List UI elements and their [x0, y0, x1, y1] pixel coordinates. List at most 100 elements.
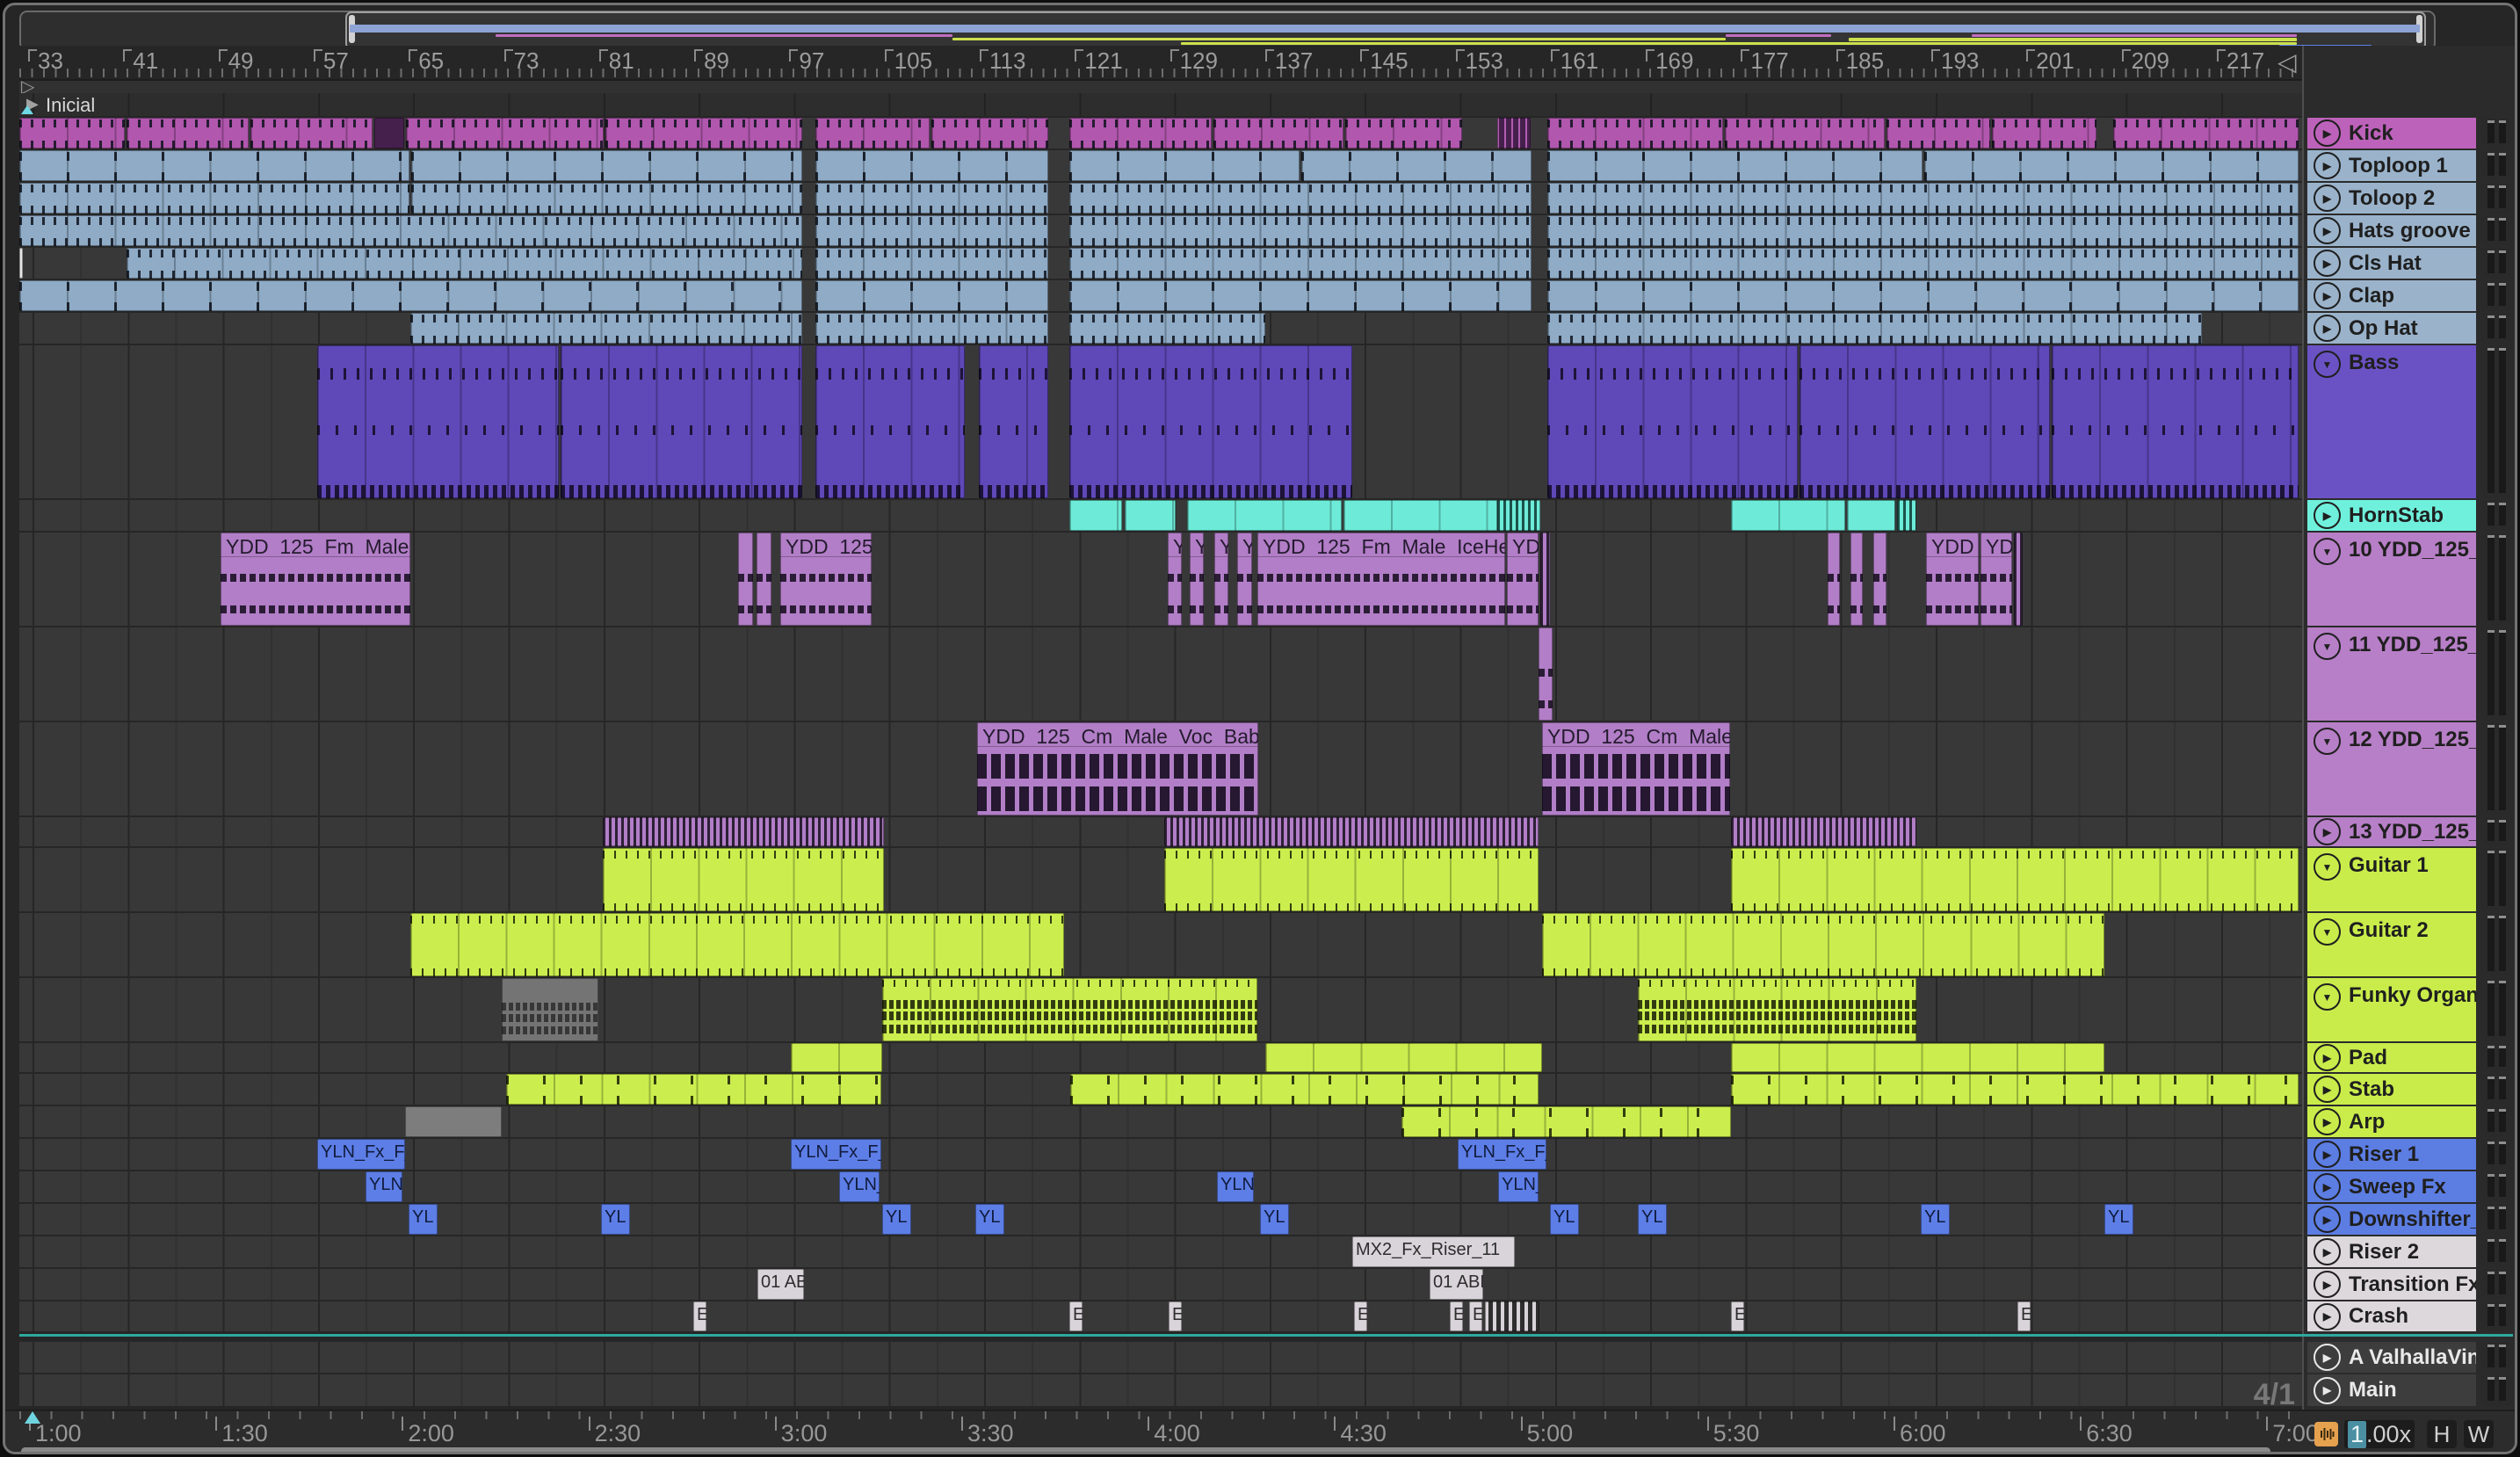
clip[interactable]: YLN_ [1498, 1171, 1539, 1202]
clip[interactable] [791, 1043, 882, 1072]
track-lane-hornstab[interactable] [19, 500, 2302, 531]
play-icon[interactable]: ▶ [2314, 315, 2341, 342]
track-header-12-ydd-125[interactable]: ▼ 12 YDD_125_ [2307, 722, 2476, 815]
play-icon[interactable]: ▶ [2314, 1108, 2341, 1135]
horizontal-scrollbar[interactable] [21, 1447, 2270, 1452]
clip[interactable] [1547, 183, 2299, 214]
clip[interactable] [1069, 248, 1532, 279]
play-icon[interactable]: ▶ [2314, 1173, 2341, 1200]
track-header-hats-groove[interactable]: ▶ Hats groove [2307, 215, 2476, 246]
clip[interactable] [19, 280, 802, 311]
clip[interactable]: 01 ABD [1430, 1269, 1483, 1300]
clip[interactable] [1547, 150, 1923, 181]
track-lane-main[interactable] [19, 1374, 2302, 1406]
clip[interactable] [1638, 978, 1916, 1041]
play-icon[interactable]: ▶ [2314, 1271, 2341, 1298]
track-lane-guitar-2[interactable] [19, 913, 2302, 976]
clip[interactable] [1731, 817, 1916, 846]
clip[interactable] [1343, 500, 1497, 531]
clip[interactable]: YLN_ [366, 1171, 402, 1202]
clip[interactable] [1539, 627, 1553, 721]
vertical-scrollbar[interactable] [2515, 120, 2517, 1367]
fold-arrow-icon[interactable]: ▼ [2314, 538, 2341, 565]
clip[interactable] [815, 150, 1048, 181]
track-lane-13-ydd-125[interactable] [19, 817, 2302, 846]
clip[interactable] [1850, 533, 1863, 626]
play-icon[interactable]: ▶ [2314, 1302, 2341, 1330]
clip[interactable] [815, 215, 1048, 246]
clip[interactable] [979, 345, 1048, 498]
clip[interactable] [410, 913, 1064, 976]
clip[interactable] [410, 313, 802, 344]
track-header-riser-2[interactable]: ▶ Riser 2 [2307, 1236, 2476, 1267]
clip[interactable] [1542, 913, 2104, 976]
track-header-a-valhallavint[interactable]: ▶ A ValhallaVint [2307, 1342, 2476, 1373]
track-header-pad[interactable]: ▶ Pad [2307, 1043, 2476, 1072]
clip[interactable] [405, 1106, 502, 1137]
clip[interactable] [2113, 118, 2299, 149]
clip[interactable]: YL [1921, 1204, 1950, 1235]
track-lane-11-ydd-125[interactable] [19, 627, 2302, 721]
clip[interactable]: YLN_Fx_F_ [1458, 1139, 1546, 1170]
play-icon[interactable]: ▶ [2314, 1376, 2341, 1404]
clip[interactable] [1540, 533, 1550, 626]
clip[interactable] [1547, 215, 2299, 246]
clip[interactable] [19, 248, 23, 279]
clip[interactable] [1731, 500, 1845, 531]
track-lane-transition-fx[interactable]: 01 ABD 01 ABD [19, 1269, 2302, 1300]
track-header-guitar-2[interactable]: ▼ Guitar 2 [2307, 913, 2476, 976]
clip[interactable] [127, 118, 249, 149]
track-header-kick[interactable]: ▶ Kick [2307, 118, 2476, 149]
play-icon[interactable]: ▶ [2314, 185, 2341, 212]
play-icon[interactable]: ▶ [2314, 152, 2341, 179]
track-lane-kick[interactable] [19, 118, 2302, 149]
fold-arrow-icon[interactable]: ▼ [2314, 633, 2341, 660]
clip[interactable] [506, 1074, 881, 1105]
track-lane-funky-organ[interactable] [19, 978, 2302, 1041]
clip[interactable] [815, 183, 1048, 214]
clip[interactable]: E [1169, 1301, 1182, 1331]
track-header-stab[interactable]: ▶ Stab [2307, 1074, 2476, 1105]
clip[interactable] [411, 150, 802, 181]
clip[interactable]: YL [1550, 1204, 1579, 1235]
play-icon[interactable]: ▶ [2314, 1076, 2341, 1103]
clip[interactable]: YDD_125_Fm_Male_IceHell [1257, 533, 1505, 626]
fold-arrow-icon[interactable]: ▼ [2314, 351, 2341, 378]
clip[interactable] [1069, 150, 1300, 181]
clip[interactable]: YL [1260, 1204, 1289, 1235]
clip[interactable]: YL [975, 1204, 1004, 1235]
track-lane-riser-1[interactable]: YLN_Fx_F_ YLN_Fx_F_ YLN_Fx_F_ [19, 1139, 2302, 1170]
track-lane-cls-hat[interactable] [19, 248, 2302, 279]
track-header-guitar-1[interactable]: ▼ Guitar 1 [2307, 848, 2476, 911]
clip[interactable]: YLN_Fx_F_ [317, 1139, 405, 1170]
clip[interactable]: E [1354, 1301, 1367, 1331]
clip[interactable] [2052, 345, 2299, 498]
track-header-sweep-fx[interactable]: ▶ Sweep Fx [2307, 1171, 2476, 1202]
track-lane-op-hat[interactable] [19, 313, 2302, 344]
track-lane-downshifter[interactable]: YL YL YL YL YL YL YL YL YL [19, 1204, 2302, 1235]
locator-label[interactable]: Inicial [46, 94, 95, 117]
clip[interactable] [374, 118, 404, 149]
clip[interactable] [1301, 150, 1532, 181]
clip[interactable] [1345, 118, 1462, 149]
track-header-clap[interactable]: ▶ Clap [2307, 280, 2476, 311]
clip[interactable] [1873, 533, 1886, 626]
clip[interactable] [815, 345, 965, 498]
clip[interactable] [815, 313, 1048, 344]
track-lane-bass[interactable] [19, 345, 2302, 498]
clip[interactable]: MX2_Fx_Riser_11 [1352, 1236, 1515, 1267]
clip[interactable] [1125, 500, 1176, 531]
zoom-height-button[interactable]: H [2427, 1420, 2457, 1448]
track-header-10-ydd-125-f[interactable]: ▼ 10 YDD_125_F [2307, 533, 2476, 626]
clip[interactable] [931, 118, 1048, 149]
clip[interactable] [1069, 313, 1265, 344]
clip[interactable]: YDD_125_Cm_Male_Voc_BabyCo [977, 722, 1258, 815]
clip[interactable]: YLN_Fx_F_ [791, 1139, 881, 1170]
clip[interactable] [1164, 817, 1539, 846]
fold-arrow-icon[interactable]: ▼ [2314, 853, 2341, 881]
track-lane-stab[interactable] [19, 1074, 2302, 1105]
track-header-op-hat[interactable]: ▶ Op Hat [2307, 313, 2476, 344]
clip[interactable] [1799, 345, 2050, 498]
zoom-level-field[interactable]: 1.00x [2344, 1420, 2415, 1448]
clip[interactable]: E [1069, 1301, 1083, 1331]
